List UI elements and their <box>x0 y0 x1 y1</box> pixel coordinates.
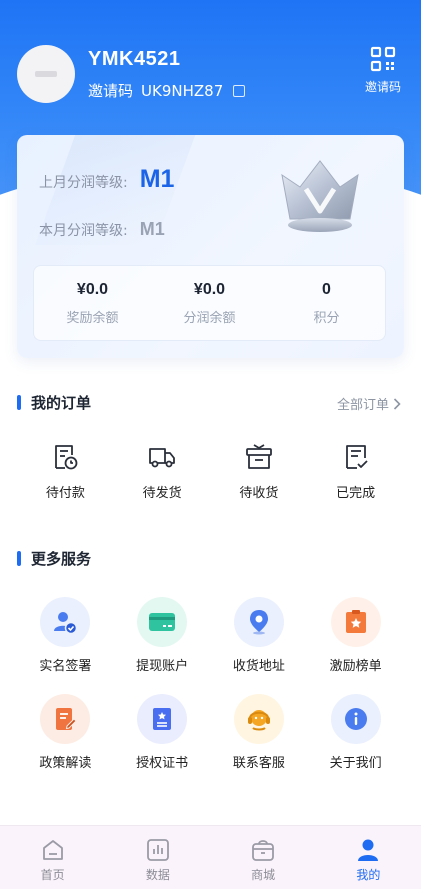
order-pending-payment[interactable]: 待付款 <box>17 442 114 501</box>
tab-home[interactable]: 首页 <box>0 826 105 889</box>
qr-invite-button[interactable]: 邀请码 <box>361 46 405 95</box>
level-card: 上月分润等级: M1 本月分润等级: M1 ¥0.0 奖励余额 ¥0.0 分润余… <box>17 135 404 358</box>
tab-shop-label: 商城 <box>251 868 276 882</box>
order-completed-label: 已完成 <box>336 486 376 501</box>
service-withdraw-account-label: 提现账户 <box>136 659 189 674</box>
tab-data-label: 数据 <box>145 868 170 882</box>
points-label: 积分 <box>313 310 340 326</box>
bottom-tab-bar: 首页 数据 商城 我的 <box>0 825 421 889</box>
certificate-icon <box>137 694 188 744</box>
tab-home-label: 首页 <box>40 868 65 882</box>
policy-doc-icon <box>40 694 91 744</box>
tab-data[interactable]: 数据 <box>105 826 210 889</box>
order-completed[interactable]: 已完成 <box>307 442 404 501</box>
home-icon <box>42 840 63 860</box>
pending-payment-icon <box>55 445 78 470</box>
service-policy[interactable]: 政策解读 <box>17 694 114 771</box>
username: YMK4521 <box>88 48 181 70</box>
service-certificate-label: 授权证书 <box>136 756 189 771</box>
invite-code-value: UK9NHZ87 <box>141 81 224 100</box>
service-customer-support[interactable]: 联系客服 <box>211 694 308 771</box>
service-withdraw-account[interactable]: 提现账户 <box>114 597 211 674</box>
copy-icon[interactable] <box>233 84 246 97</box>
avatar[interactable] <box>17 45 75 103</box>
service-shipping-address[interactable]: 收货地址 <box>211 597 308 674</box>
profit-balance-value: ¥0.0 <box>193 280 226 298</box>
ranking-icon <box>330 597 381 647</box>
order-pending-receipt-label: 待收货 <box>239 486 279 501</box>
all-orders-link[interactable]: 全部订单 <box>337 394 401 413</box>
last-month-level: 上月分润等级: M1 <box>39 165 174 194</box>
data-chart-icon <box>146 839 169 861</box>
all-orders-label: 全部订单 <box>336 398 389 413</box>
order-status-row: 待付款 待发货 待收货 已完成 <box>17 442 404 501</box>
package-icon <box>245 444 272 469</box>
last-month-level-value: M1 <box>139 165 175 193</box>
location-icon <box>233 597 284 647</box>
truck-icon <box>149 448 176 468</box>
this-month-level-value: M1 <box>139 219 165 239</box>
order-pending-shipment-label: 待发货 <box>142 486 182 501</box>
last-month-level-label: 上月分润等级: <box>39 175 128 191</box>
info-icon <box>330 694 381 744</box>
service-policy-label: 政策解读 <box>39 756 92 771</box>
service-about-us-label: 关于我们 <box>329 756 382 771</box>
order-pending-payment-label: 待付款 <box>45 486 85 501</box>
points-balance[interactable]: 0 积分 <box>268 266 385 340</box>
completed-doc-icon <box>345 445 368 469</box>
crown-icon <box>281 160 359 232</box>
qr-label: 邀请码 <box>364 80 401 94</box>
balance-box: ¥0.0 奖励余额 ¥0.0 分润余额 0 积分 <box>33 265 386 341</box>
service-real-name[interactable]: 实名签署 <box>17 597 114 674</box>
services-section-title: 更多服务 <box>17 548 91 569</box>
shop-bag-icon <box>252 840 275 861</box>
service-ranking-label: 激励榜单 <box>329 659 382 674</box>
service-customer-support-label: 联系客服 <box>232 756 285 771</box>
orders-title: 我的订单 <box>31 394 92 412</box>
services-title: 更多服务 <box>31 550 92 568</box>
service-certificate[interactable]: 授权证书 <box>114 694 211 771</box>
tab-profile-label: 我的 <box>356 868 381 882</box>
services-grid: 实名签署 提现账户 收货地址 激励榜单 政策解读 授权证书 联系客服 关于我们 <box>17 597 404 771</box>
profile-icon <box>358 839 379 861</box>
service-about-us[interactable]: 关于我们 <box>307 694 404 771</box>
tab-profile[interactable]: 我的 <box>316 826 421 889</box>
tab-shop[interactable]: 商城 <box>211 826 316 889</box>
service-shipping-address-label: 收货地址 <box>232 659 285 674</box>
reward-balance[interactable]: ¥0.0 奖励余额 <box>34 266 151 340</box>
customer-service-icon <box>233 694 284 744</box>
reward-balance-label: 奖励余额 <box>66 310 119 326</box>
chevron-right-icon <box>393 397 401 410</box>
user-verify-icon <box>40 597 91 647</box>
profit-balance[interactable]: ¥0.0 分润余额 <box>151 266 268 340</box>
profit-balance-label: 分润余额 <box>183 310 236 326</box>
card-icon <box>137 597 188 647</box>
reward-balance-value: ¥0.0 <box>76 280 109 298</box>
this-month-level-label: 本月分润等级: <box>39 223 128 239</box>
invite-code-label: 邀请码 <box>88 82 134 100</box>
this-month-level: 本月分润等级: M1 <box>39 219 165 240</box>
service-real-name-label: 实名签署 <box>39 659 92 674</box>
invite-code-row: 邀请码 UK9NHZ87 <box>88 80 246 101</box>
order-pending-receipt[interactable]: 待收货 <box>211 442 308 501</box>
order-pending-shipment[interactable]: 待发货 <box>114 442 211 501</box>
orders-section-title: 我的订单 <box>17 392 91 413</box>
qr-code-icon <box>370 46 396 72</box>
service-ranking[interactable]: 激励榜单 <box>307 597 404 674</box>
points-value: 0 <box>322 280 331 298</box>
